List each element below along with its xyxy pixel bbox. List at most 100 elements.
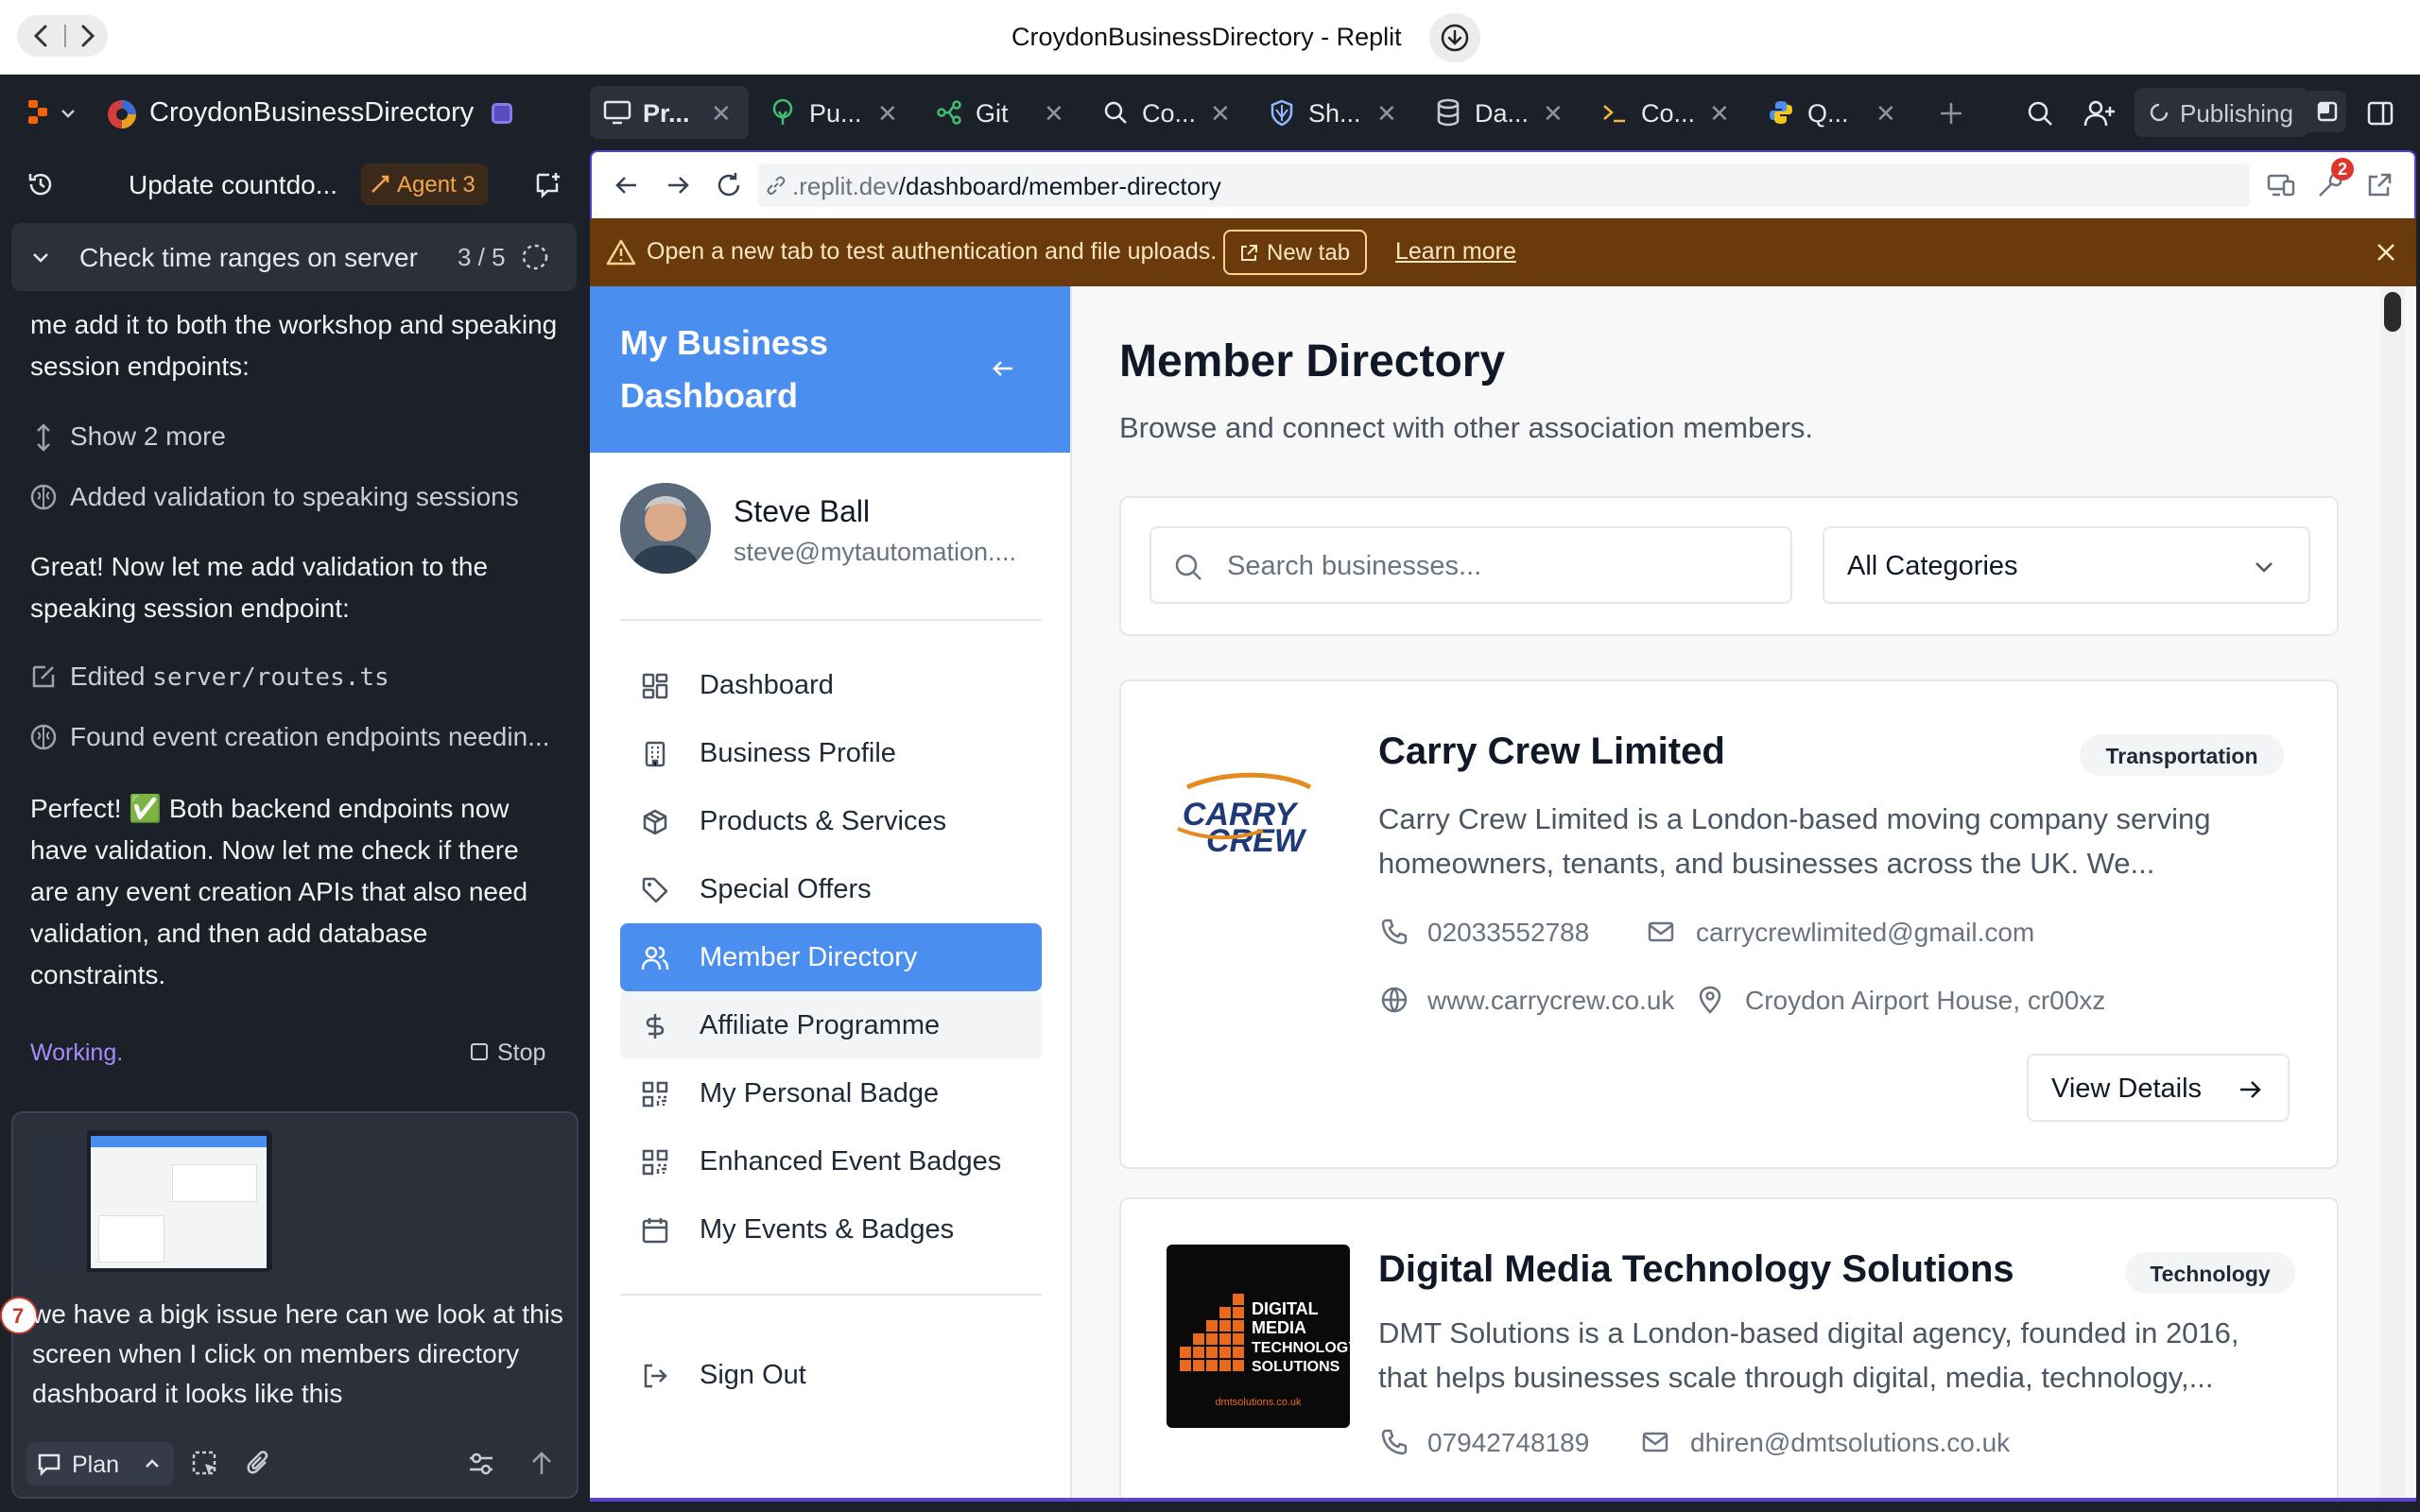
forward-arrow-icon[interactable] <box>662 169 694 201</box>
sidebar-item-products-services[interactable]: Products & Services <box>620 787 1042 855</box>
chevron-down-icon[interactable] <box>57 102 79 125</box>
open-external-icon[interactable] <box>2363 169 2395 201</box>
sidebar-item-member-directory[interactable]: Member Directory <box>620 923 1042 991</box>
sign-out-button[interactable]: Sign Out <box>620 1341 1042 1409</box>
business-description: DMT Solutions is a London-based digital … <box>1378 1316 2239 1394</box>
add-tab-plus-icon[interactable] <box>1934 96 1968 130</box>
agent-action[interactable]: Found event creation endpoints needin... <box>70 722 549 752</box>
category-badge: Transportation <box>2080 734 2284 776</box>
sidebar-item-affiliate-programme[interactable]: Affiliate Programme <box>620 991 1042 1059</box>
sidebar-item-my-events-badges[interactable]: My Events & Badges <box>620 1195 1042 1263</box>
business-website[interactable]: www.carrycrew.co.uk <box>1427 986 1674 1016</box>
refresh-icon[interactable] <box>713 169 745 201</box>
close-icon[interactable]: ✕ <box>1876 99 1896 129</box>
sidebar-item-enhanced-event-badges[interactable]: Enhanced Event Badges <box>620 1127 1042 1195</box>
sidebar-item-label: My Personal Badge <box>700 1078 940 1108</box>
filter-card: Search businesses... All Categories <box>1119 496 2339 636</box>
close-icon[interactable]: ✕ <box>1210 99 1231 129</box>
tab-shell[interactable]: Sh... ✕ <box>1255 86 1414 139</box>
project-avatar-icon <box>104 96 140 132</box>
tag-icon <box>641 876 669 904</box>
collapse-arrow-icon[interactable] <box>987 352 1019 385</box>
search-input[interactable]: Search businesses... <box>1150 526 1792 604</box>
avatar[interactable] <box>620 483 711 574</box>
close-icon[interactable]: ✕ <box>1709 99 1730 129</box>
settings-sliders-icon[interactable] <box>465 1448 497 1480</box>
download-button[interactable] <box>1429 13 1480 62</box>
warning-banner: Open a new tab to test authentication an… <box>590 218 2416 286</box>
close-icon[interactable]: ✕ <box>1376 99 1397 129</box>
paperclip-icon[interactable] <box>242 1448 274 1480</box>
tab-console-search[interactable]: Co... ✕ <box>1089 86 1248 139</box>
business-phone[interactable]: 07942748189 <box>1427 1428 1589 1458</box>
business-phone[interactable]: 02033552788 <box>1427 918 1589 948</box>
new-chat-icon[interactable] <box>531 168 563 200</box>
sidebar-toggle-icon[interactable] <box>2363 96 2397 130</box>
tab-database[interactable]: Da... ✕ <box>1422 86 1581 139</box>
search-icon <box>1172 551 1204 583</box>
learn-more-link[interactable]: Learn more <box>1395 238 1516 266</box>
stop-square-icon <box>471 1043 488 1060</box>
close-icon[interactable]: ✕ <box>1543 99 1564 129</box>
attached-screenshot-thumbnail[interactable] <box>30 1130 272 1272</box>
business-email[interactable]: carrycrewlimited@gmail.com <box>1696 918 2034 948</box>
url-field[interactable]: .replit.dev/dashboard/member-directory <box>758 163 2250 207</box>
search-icon[interactable] <box>2023 96 2057 130</box>
agent-action[interactable]: Added validation to speaking sessions <box>70 482 519 512</box>
tab-preview[interactable]: Pr... ✕ <box>590 86 749 139</box>
chat-input-text[interactable]: we have a bigk issue here can we look at… <box>32 1295 571 1414</box>
replit-logo-icon[interactable] <box>25 95 53 129</box>
tab-console[interactable]: Co... ✕ <box>1588 86 1747 139</box>
tab-publishing[interactable]: Pu... ✕ <box>756 86 915 139</box>
plan-mode-button[interactable]: Plan <box>26 1442 174 1486</box>
task-progress: 3 / 5 <box>458 243 506 271</box>
url-text: .replit.dev/dashboard/member-directory <box>792 172 1221 201</box>
window-forward-icon[interactable] <box>70 19 104 53</box>
project-name[interactable]: CroydonBusinessDirectory <box>149 97 474 129</box>
sidebar-item-business-profile[interactable]: Business Profile <box>620 719 1042 787</box>
show-more-link[interactable]: Show 2 more <box>70 421 226 452</box>
sidebar-item-special-offers[interactable]: Special Offers <box>620 855 1042 923</box>
sign-out-label: Sign Out <box>700 1360 806 1390</box>
close-icon[interactable]: ✕ <box>877 99 898 129</box>
view-details-button[interactable]: View Details <box>2027 1054 2290 1122</box>
business-name[interactable]: Carry Crew Limited <box>1378 730 1725 773</box>
invite-user-icon[interactable] <box>2082 96 2118 130</box>
business-card: DIGITAL MEDIA TECHNOLOGY SOLUTIONS dmtso… <box>1119 1197 2339 1498</box>
dollar-icon <box>641 1012 669 1040</box>
task-progress-card[interactable]: Check time ranges on server 3 / 5 <box>11 223 577 291</box>
preview-scrollbar[interactable] <box>2380 286 2405 1498</box>
close-icon[interactable]: ✕ <box>1044 99 1064 129</box>
tab-python[interactable]: Q... ✕ <box>1754 86 1913 139</box>
back-arrow-icon[interactable] <box>611 169 643 201</box>
category-select[interactable]: All Categories <box>1823 526 2310 604</box>
sidebar-item-label: Products & Services <box>700 806 947 836</box>
chevron-up-icon <box>142 1453 163 1474</box>
publishing-button[interactable]: Publishing <box>2135 88 2308 137</box>
thread-title[interactable]: Update countdo... <box>129 170 337 200</box>
action-prefix: Edited <box>70 662 153 691</box>
close-icon[interactable]: ✕ <box>711 99 732 129</box>
new-tab-button[interactable]: New tab <box>1223 230 1367 275</box>
stop-button[interactable]: Stop <box>467 1034 562 1072</box>
page-subtitle: Browse and connect with other associatio… <box>1119 411 1814 444</box>
scrollbar-thumb[interactable] <box>2384 292 2401 332</box>
sidebar-header: My Business Dashboard <box>590 286 1070 453</box>
business-email[interactable]: dhiren@dmtsolutions.co.uk <box>1690 1428 2010 1458</box>
close-icon[interactable] <box>2371 237 2401 267</box>
sidebar-item-my-personal-badge[interactable]: My Personal Badge <box>620 1059 1042 1127</box>
agent-action[interactable]: Edited server/routes.ts <box>70 662 389 692</box>
chevron-down-icon <box>28 246 53 270</box>
send-arrow-icon[interactable] <box>526 1448 558 1480</box>
devices-icon[interactable] <box>2265 169 2297 201</box>
layout-toggle-icon[interactable] <box>2308 91 2346 132</box>
sidebar-item-dashboard[interactable]: Dashboard <box>620 651 1042 719</box>
business-name[interactable]: Digital Media Technology Solutions <box>1378 1248 2014 1291</box>
sidebar-item-label: My Events & Badges <box>700 1214 955 1245</box>
select-element-icon[interactable] <box>189 1448 221 1480</box>
tab-label: Q... <box>1807 99 1849 128</box>
tab-git[interactable]: Git ✕ <box>923 86 1081 139</box>
history-icon[interactable] <box>25 168 57 200</box>
publishing-label: Publishing <box>2180 99 2293 128</box>
window-back-icon[interactable] <box>25 19 59 53</box>
